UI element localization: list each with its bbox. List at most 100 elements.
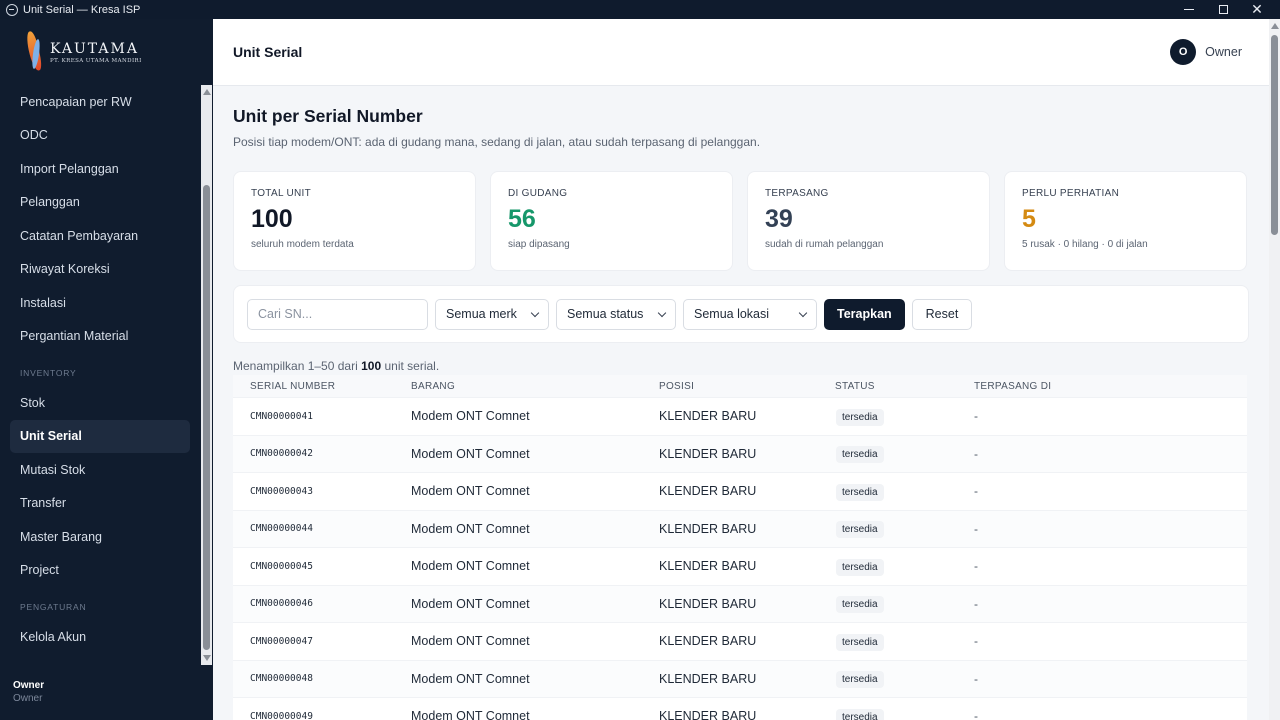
table-row[interactable]: CMN00000044 Modem ONT Comnet KLENDER BARU t…	[233, 509, 1247, 547]
minimize-button[interactable]	[1172, 0, 1206, 19]
scroll-down-icon[interactable]	[203, 655, 211, 661]
chevron-down-icon	[657, 308, 667, 317]
sidebar-scrollbar[interactable]	[201, 85, 212, 665]
cell-serial-number: CMN00000042	[250, 448, 313, 460]
sidebar-item-import-pelanggan[interactable]: Import Pelanggan	[10, 152, 190, 186]
stat-note: sudah di rumah pelanggan	[765, 239, 884, 250]
table-row[interactable]: CMN00000045 Modem ONT Comnet KLENDER BARU t…	[233, 547, 1247, 585]
close-button[interactable]: ✕	[1240, 0, 1274, 19]
table-row[interactable]: CMN00000049 Modem ONT Comnet KLENDER BARU t…	[233, 697, 1247, 720]
table-row[interactable]: CMN00000042 Modem ONT Comnet KLENDER BARU t…	[233, 434, 1247, 472]
cell-barang: Modem ONT Comnet	[411, 446, 530, 461]
cell-terpasang-di: -	[974, 484, 978, 499]
brand-select[interactable]: Semua merk	[435, 298, 549, 330]
cell-barang: Modem ONT Comnet	[411, 634, 530, 649]
sidebar-item-catatan-pembayaran[interactable]: Catatan Pembayaran	[10, 219, 190, 253]
table-row[interactable]: CMN00000047 Modem ONT Comnet KLENDER BARU t…	[233, 622, 1247, 660]
cell-barang: Modem ONT Comnet	[411, 409, 530, 424]
sidebar-user-name: Owner	[13, 680, 45, 691]
main-scroll-thumb[interactable]	[1271, 35, 1278, 235]
chevron-down-icon	[798, 308, 808, 317]
cell-posisi: KLENDER BARU	[659, 446, 757, 461]
column-header-posisi[interactable]: POSISI	[659, 381, 835, 392]
cell-terpasang-di: -	[974, 709, 978, 720]
sidebar-item-transfer[interactable]: Transfer	[10, 487, 190, 521]
cell-serial-number: CMN00000045	[250, 560, 313, 572]
sidebar-item-unit-serial[interactable]: Unit Serial	[10, 419, 190, 453]
sidebar-item-riwayat-koreksi[interactable]: Riwayat Koreksi	[10, 253, 190, 287]
sidebar-item-stok[interactable]: Stok	[10, 386, 190, 420]
maximize-button[interactable]	[1206, 0, 1240, 19]
page-title: Unit per Serial Number	[233, 106, 423, 126]
cell-posisi: KLENDER BARU	[659, 671, 757, 686]
status-badge: tersedia	[836, 521, 884, 539]
cell-posisi: KLENDER BARU	[659, 559, 757, 574]
column-header-serial-number[interactable]: SERIAL NUMBER	[233, 381, 411, 392]
scroll-up-icon[interactable]	[1271, 23, 1279, 29]
sidebar-item-pelanggan[interactable]: Pelanggan	[10, 186, 190, 220]
cell-posisi: KLENDER BARU	[659, 709, 757, 720]
cell-status: tersedia	[835, 669, 974, 689]
apply-button[interactable]: Terapkan	[824, 298, 905, 330]
sidebar-item-instalasi[interactable]: Instalasi	[10, 286, 190, 320]
stat-label: PERLU PERHATIAN	[1022, 188, 1120, 199]
avatar[interactable]: O	[1170, 39, 1197, 65]
sidebar-item-project[interactable]: Project	[10, 554, 190, 588]
table-body: CMN00000041 Modem ONT Comnet KLENDER BARU t…	[233, 397, 1247, 720]
sidebar-user-role: Owner	[13, 693, 43, 704]
column-header-barang[interactable]: BARANG	[411, 381, 659, 392]
sidebar-item-pencapaian-per-rw[interactable]: Pencapaian per RW	[10, 85, 190, 119]
cell-status: tersedia	[835, 594, 974, 614]
cell-status: tersedia	[835, 444, 974, 464]
sidebar-user[interactable]: Owner Owner	[13, 680, 44, 704]
status-badge: tersedia	[836, 408, 884, 426]
status-select[interactable]: Semua status	[556, 298, 676, 330]
sidebar-item-master-barang[interactable]: Master Barang	[10, 520, 190, 554]
cell-status: tersedia	[835, 707, 974, 720]
location-select-value: Semua lokasi	[694, 307, 770, 321]
filter-bar: Cari SN... Semua merk Semua status Semua…	[233, 285, 1249, 343]
stat-card-total-unit: TOTAL UNIT 100 seluruh modem terdata	[233, 171, 476, 271]
status-badge: tersedia	[836, 671, 884, 689]
table-row[interactable]: CMN00000046 Modem ONT Comnet KLENDER BARU t…	[233, 584, 1247, 622]
reset-button[interactable]: Reset	[911, 298, 973, 330]
globe-icon	[6, 3, 18, 16]
brand-select-value: Semua merk	[446, 307, 517, 321]
summary-total: 100	[361, 359, 382, 373]
stat-note: seluruh modem terdata	[251, 239, 354, 250]
cell-serial-number: CMN00000049	[250, 710, 313, 720]
table-row[interactable]: CMN00000041 Modem ONT Comnet KLENDER BARU t…	[233, 397, 1247, 435]
topbar: Unit Serial O Owner	[213, 19, 1269, 86]
table-row[interactable]: CMN00000043 Modem ONT Comnet KLENDER BARU t…	[233, 472, 1247, 510]
sidebar-item-pergantian-material[interactable]: Pergantian Material	[10, 320, 190, 354]
cell-serial-number: CMN00000048	[250, 673, 313, 685]
stat-label: TERPASANG	[765, 188, 829, 199]
sidebar-scroll-thumb[interactable]	[203, 185, 210, 650]
close-icon: ✕	[1251, 1, 1263, 17]
sidebar-item-odc[interactable]: ODC	[10, 119, 190, 153]
flame-logo-icon	[24, 29, 44, 75]
cell-terpasang-di: -	[974, 671, 978, 686]
maximize-icon	[1218, 5, 1228, 14]
search-input[interactable]: Cari SN...	[247, 298, 428, 330]
column-header-status[interactable]: STATUS	[835, 381, 974, 392]
stat-label: TOTAL UNIT	[251, 188, 312, 199]
header-user-name[interactable]: Owner	[1205, 45, 1242, 59]
minimize-icon	[1184, 9, 1194, 10]
sidebar-item-kelola-akun[interactable]: Kelola Akun	[10, 620, 190, 654]
scroll-up-icon[interactable]	[203, 89, 211, 95]
sidebar-item-mutasi-stok[interactable]: Mutasi Stok	[10, 453, 190, 487]
stat-note: 5 rusak · 0 hilang · 0 di jalan	[1022, 239, 1148, 250]
stat-value: 5	[1022, 205, 1036, 233]
window-title: Unit Serial — Kresa ISP	[23, 3, 141, 16]
cell-barang: Modem ONT Comnet	[411, 521, 530, 536]
main-scrollbar[interactable]	[1269, 19, 1280, 720]
column-header-terpasang-di[interactable]: TERPASANG DI	[974, 381, 1174, 392]
window-titlebar: Unit Serial — Kresa ISP ✕	[0, 0, 1280, 19]
cell-posisi: KLENDER BARU	[659, 521, 757, 536]
cell-status: tersedia	[835, 632, 974, 651]
brand-logo[interactable]: KAUTAMA PT. KRESA UTAMA MANDIRI	[0, 19, 213, 85]
location-select[interactable]: Semua lokasi	[683, 298, 817, 330]
stats-cards: TOTAL UNIT 100 seluruh modem terdata DI …	[233, 171, 1249, 271]
table-row[interactable]: CMN00000048 Modem ONT Comnet KLENDER BARU t…	[233, 659, 1247, 697]
